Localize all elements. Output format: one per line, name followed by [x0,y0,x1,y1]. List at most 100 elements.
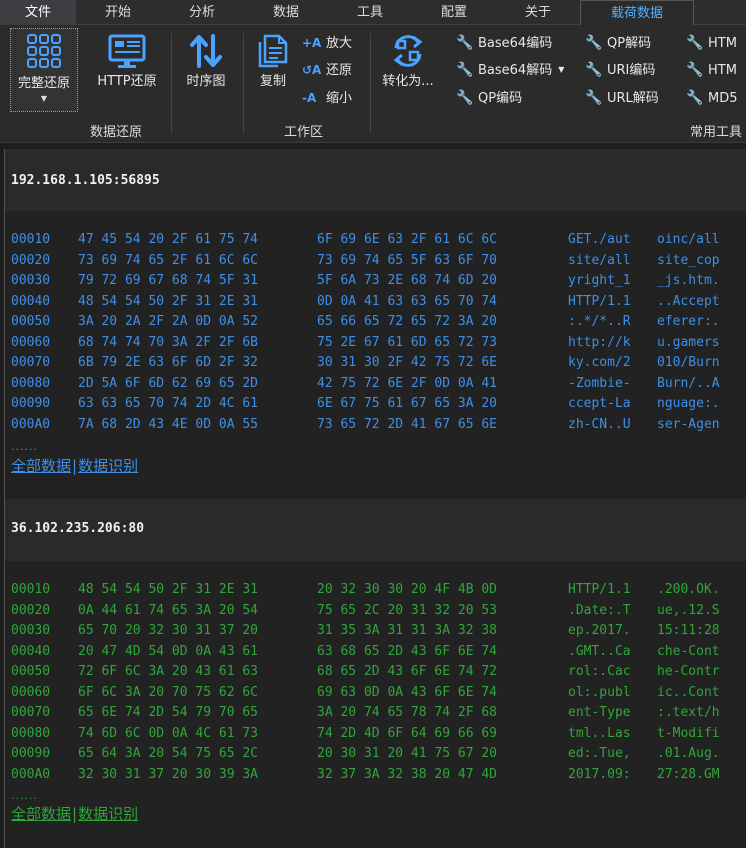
ribbon-toolbar: 完整还原 ▼ HTTP还原 时序图 数据还原 复制 +A 放大 ↺A 还原 -A… [0,25,746,143]
full-restore-button[interactable]: 完整还原 ▼ [10,28,78,112]
hex-offset: 00070 [11,705,51,720]
menu-start[interactable]: 开始 [88,0,148,25]
menu-payload-data[interactable]: 载荷数据 [580,0,694,25]
tools-group-label: 常用工具 [690,125,743,140]
hex-offset: 00040 [11,293,51,309]
qp-decode-label: QP解码 [607,36,652,51]
hex-dump-block: 00010 47 45 54 20 2F 61 75 74 6F 69 6E 63 … [5,211,746,499]
hex-bytes: 0D 0A 41 63 63 65 70 74 [317,293,498,309]
md5-button[interactable]: 🔧 MD5 [686,88,738,108]
reset-zoom-button[interactable]: ↺A 还原 [302,60,352,80]
ascii-text: che-Cont [657,643,720,659]
ascii-text: .200.OK. [657,582,720,597]
html-decode-button[interactable]: 🔧 HTM [686,60,737,80]
hex-bytes: 3A 20 2A 2F 2A 0D 0A 52 [78,314,259,329]
sequence-diagram-button[interactable]: 时序图 [178,28,234,98]
zoom-out-label: 缩小 [326,91,353,106]
ascii-text: rol:.Cac [568,664,631,679]
dropdown-caret-icon: ▼ [558,65,565,74]
all-data-link[interactable]: 全部数据 [11,457,71,475]
hex-offset: 00030 [11,623,51,638]
ascii-text: site/all [568,252,631,268]
hex-bytes: 65 64 3A 20 54 75 65 2C [78,746,259,761]
ascii-text: ep.2017. [568,623,631,638]
wrench-icon: 🔧 [456,62,474,78]
ascii-text: ue,.12.S [657,602,720,618]
ascii-text: :.text/h [657,705,720,720]
hex-offset: 00090 [11,396,51,411]
ascii-text: 27:28.GM [657,766,720,782]
hex-offset: 00050 [11,664,51,679]
copy-document-icon [258,34,288,68]
payload-view[interactable]: 192.168.1.105:56895 00010 47 45 54 20 2F … [4,149,746,848]
hex-offset: 00030 [11,273,51,288]
hex-bytes: 6E 67 75 61 67 65 3A 20 [317,396,498,411]
zoom-in-label: 放大 [326,36,353,51]
menu-config[interactable]: 配置 [424,0,484,25]
url-decode-button[interactable]: 🔧 URL解码 [585,88,659,108]
uri-encode-label: URI编码 [607,63,656,78]
copy-label: 复制 [259,74,286,89]
ascii-text: ed:.Tue, [568,746,631,761]
ascii-text: 15:11:28 [657,623,720,638]
hex-bytes: 68 65 2D 43 6F 6E 74 72 [317,664,498,679]
convert-to-button[interactable]: 转化为... [376,28,440,98]
md5-label: MD5 [708,91,738,106]
hex-offset: 000A0 [11,766,51,782]
zoom-in-button[interactable]: +A 放大 [302,33,352,53]
zoom-in-icon: +A [302,36,322,50]
qp-decode-button[interactable]: 🔧 QP解码 [585,33,651,53]
uri-encode-button[interactable]: 🔧 URI编码 [585,60,655,80]
hex-bytes: 32 37 3A 32 38 20 47 4D [317,766,498,782]
ascii-text: ser-Agen [657,416,720,432]
menu-bar: 文件 开始 分析 数据 工具 配置 关于 载荷数据 [0,0,746,25]
base64-decode-button[interactable]: 🔧 Base64解码 ▼ [456,60,564,80]
ascii-text: eferer:. [657,314,720,329]
identify-data-link[interactable]: 数据识别 [78,457,138,475]
menu-data[interactable]: 数据 [256,0,316,25]
hex-bytes: 20 47 4D 54 0D 0A 43 61 [78,643,259,659]
full-restore-label: 完整还原 [17,76,70,91]
menu-analysis[interactable]: 分析 [172,0,232,25]
ascii-text: oinc/all [657,232,720,247]
ascii-text: GET./aut [568,232,631,247]
wrench-icon: 🔧 [686,62,704,78]
session-links: 全部数据|数据识别 [11,455,138,476]
qp-encode-button[interactable]: 🔧 QP编码 [456,88,522,108]
convert-icon [393,35,423,67]
up-down-arrows-icon [190,34,222,68]
menu-file[interactable]: 文件 [0,0,76,25]
ascii-text: HTTP/1.1 [568,582,631,597]
ascii-text: Burn/..A [657,375,720,391]
ascii-text: t-Modifi [657,725,720,741]
hex-bytes: 47 45 54 20 2F 61 75 74 [78,232,259,247]
html-decode-label: HTM [708,63,737,78]
all-data-link[interactable]: 全部数据 [11,805,71,823]
ascii-text: site_cop [657,252,720,268]
menu-about[interactable]: 关于 [508,0,568,25]
hex-bytes: 42 75 72 6E 2F 0D 0A 41 [317,375,498,391]
hex-offset: 00090 [11,746,51,761]
session-header: 36.102.235.206:80 [5,499,746,561]
hex-bytes: 63 68 65 2D 43 6F 6E 74 [317,643,498,659]
http-restore-button[interactable]: HTTP还原 [90,28,164,98]
ascii-text: -Zombie- [568,375,631,391]
ascii-text: ic..Cont [657,684,720,700]
html-encode-button[interactable]: 🔧 HTM [686,33,737,53]
ribbon-separator [370,33,371,133]
hex-bytes: 6F 69 6E 63 2F 61 6C 6C [317,232,498,247]
http-restore-label: HTTP还原 [97,74,157,89]
base64-encode-label: Base64编码 [478,36,553,51]
hex-bytes: 7A 68 2D 43 4E 0D 0A 55 [78,416,259,432]
zoom-out-button[interactable]: -A 缩小 [302,88,352,108]
menu-tools[interactable]: 工具 [340,0,400,25]
identify-data-link[interactable]: 数据识别 [78,805,138,823]
hex-bytes: 72 6F 6C 3A 20 43 61 63 [78,664,259,679]
hex-bytes: 6F 6C 3A 20 70 75 62 6C [78,684,259,700]
hex-offset: 00010 [11,582,51,597]
hex-offset: 00060 [11,334,51,350]
copy-button[interactable]: 复制 [250,28,296,98]
base64-encode-button[interactable]: 🔧 Base64编码 [456,33,552,53]
hex-offset: 00080 [11,375,51,391]
hex-bytes: 69 63 0D 0A 43 6F 6E 74 [317,684,498,700]
